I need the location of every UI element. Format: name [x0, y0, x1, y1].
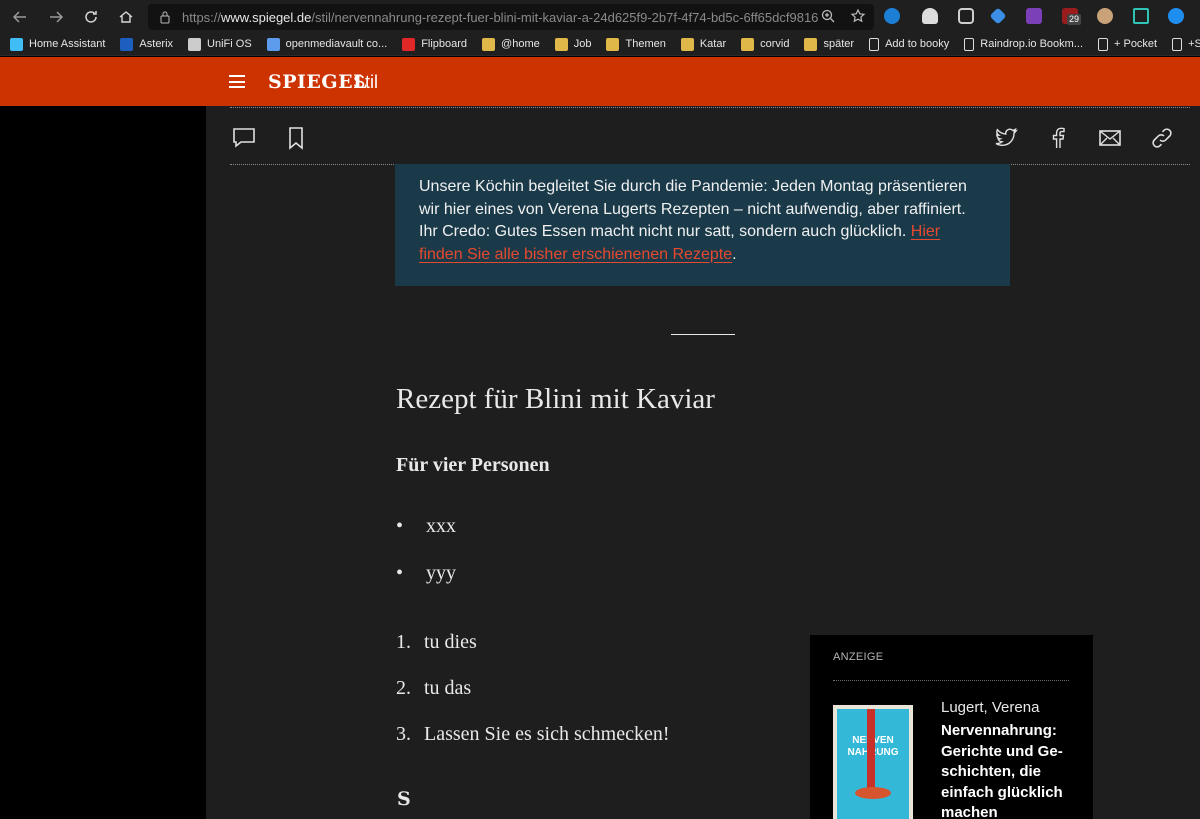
pocket-icon[interactable] [958, 8, 974, 24]
url-bar[interactable]: https://www.spiegel.de/stil/nervennahrun… [148, 4, 874, 30]
bookmark-label: UniFi OS [207, 38, 252, 50]
zoom-icon[interactable] [820, 8, 836, 24]
mail-icon[interactable] [1098, 126, 1122, 150]
info-text: Unsere Köchin begleitet Sie durch die Pa… [419, 178, 967, 240]
unifi-icon [188, 37, 202, 51]
onenote-icon[interactable] [1026, 8, 1042, 24]
flipboard-icon [402, 37, 416, 51]
bookmark-label: Add to booky [885, 38, 950, 50]
home-assistant-icon [10, 37, 23, 51]
bookmark-item[interactable]: +Start.me [1172, 37, 1200, 51]
bookmark-label: Raindrop.io Bookm... [980, 38, 1083, 50]
folder-icon [554, 37, 568, 51]
lock-icon [160, 11, 170, 24]
ingredient-item: • yyy [396, 562, 456, 584]
bookmark-label: Job [573, 38, 592, 50]
page-icon [1172, 37, 1183, 51]
extension-badge: 29 [1067, 14, 1082, 25]
bookmark-icon[interactable] [284, 126, 308, 150]
back-icon[interactable] [2, 0, 38, 33]
ublock-icon[interactable]: 29 [1062, 8, 1082, 25]
bookmark-item[interactable]: Raindrop.io Bookm... [964, 37, 1083, 51]
bookmark-item[interactable]: Asterix [120, 37, 174, 51]
bookmark-item[interactable]: später [804, 37, 855, 51]
ad-book-title[interactable]: Nervennahrung: Gerichte und Ge-schichten… [941, 721, 1081, 819]
info-tail: . [732, 245, 737, 263]
servings-heading: Für vier Personen [396, 454, 550, 476]
ingredient-item: • xxx [396, 515, 456, 537]
divider [833, 680, 1069, 681]
bookmark-item[interactable]: corvid [741, 37, 790, 51]
twitter-icon[interactable] [994, 126, 1018, 150]
bookmark-label: Asterix [139, 38, 174, 50]
folder-icon [680, 37, 694, 51]
extension-cloud-icon[interactable] [884, 8, 900, 24]
page-icon [964, 37, 975, 51]
bookmark-label: +Start.me [1188, 38, 1200, 50]
bookmark-item[interactable]: Themen [606, 37, 666, 51]
recipe-title: Rezept für Blini mit Kaviar [396, 383, 715, 415]
bookmark-item[interactable]: + Pocket [1098, 37, 1158, 51]
site-header: SPIEGEL Stil [0, 57, 1200, 106]
extension-avatar-icon[interactable] [1097, 8, 1113, 24]
facebook-icon[interactable] [1046, 126, 1070, 150]
bookmarks-bar: Home Assistant Asterix UniFi OS openmediava… [0, 33, 1200, 56]
bookmark-item[interactable]: Home Assistant [10, 37, 106, 51]
step-item: 2. tu das [396, 677, 472, 699]
step-item: 1. tu dies [396, 631, 477, 653]
bookmark-item[interactable]: Job [554, 37, 592, 51]
bookmark-label: corvid [760, 38, 790, 50]
folder-icon [804, 37, 818, 51]
folder-icon [741, 37, 755, 51]
bookmark-label: später [823, 38, 855, 50]
series-info-box: Unsere Köchin begleitet Sie durch die Pa… [395, 164, 1010, 286]
divider [230, 107, 1190, 108]
book-cover-image[interactable]: NERVEN NAHRUNG [833, 705, 913, 819]
bullet-icon: • [396, 562, 404, 584]
browser-toolbar: https://www.spiegel.de/stil/nervennahrun… [0, 0, 1200, 33]
bookmark-label: Katar [699, 38, 727, 50]
advertisement[interactable]: ANZEIGE NERVEN NAHRUNG Lugert, Verena Ne… [810, 635, 1093, 819]
section-separator [671, 334, 735, 335]
bullet-icon: • [396, 515, 404, 537]
article-end-mark: S [397, 788, 411, 810]
extension-dropbox-icon[interactable] [989, 7, 1007, 25]
folder-icon [482, 37, 496, 51]
comment-icon[interactable] [232, 126, 256, 150]
extension-onedrive-icon[interactable] [922, 8, 938, 24]
reader-icon[interactable] [1133, 8, 1149, 24]
bookmark-item[interactable]: Add to booky [869, 37, 950, 51]
home-icon[interactable] [108, 0, 144, 33]
bookmark-item[interactable]: @home [482, 37, 540, 51]
section-name[interactable]: Stil [353, 72, 378, 93]
bookmark-label: @home [501, 38, 540, 50]
openmediavault-icon [266, 37, 280, 51]
ad-label: ANZEIGE [833, 651, 884, 663]
article-area: Unsere Köchin begleitet Sie durch die Pa… [206, 106, 1200, 819]
page-icon [869, 37, 880, 51]
bookmark-item[interactable]: UniFi OS [188, 37, 252, 51]
dsm-icon [120, 37, 134, 51]
url-text: https://www.spiegel.de/stil/nervennahrun… [182, 9, 819, 25]
link-icon[interactable] [1150, 126, 1174, 150]
bookmark-label: openmediavault co... [285, 38, 388, 50]
step-item: 3. Lassen Sie es sich schmecken! [396, 723, 670, 745]
bookmark-label: Flipboard [421, 38, 468, 50]
menu-icon[interactable] [229, 75, 245, 88]
ad-author: Lugert, Verena [941, 699, 1040, 716]
reload-icon[interactable] [73, 0, 109, 33]
favorite-star-icon[interactable] [850, 8, 866, 24]
bookmark-label: Themen [625, 38, 666, 50]
bookmark-item[interactable]: Katar [680, 37, 727, 51]
forward-icon[interactable] [38, 0, 74, 33]
extension-chat-icon[interactable] [1168, 8, 1184, 24]
bookmark-label: + Pocket [1114, 38, 1158, 50]
bookmark-item[interactable]: Flipboard [402, 37, 468, 51]
bookmark-label: Home Assistant [29, 38, 106, 50]
page-icon [1098, 37, 1108, 51]
bookmark-item[interactable]: openmediavault co... [266, 37, 388, 51]
folder-icon [606, 37, 620, 51]
